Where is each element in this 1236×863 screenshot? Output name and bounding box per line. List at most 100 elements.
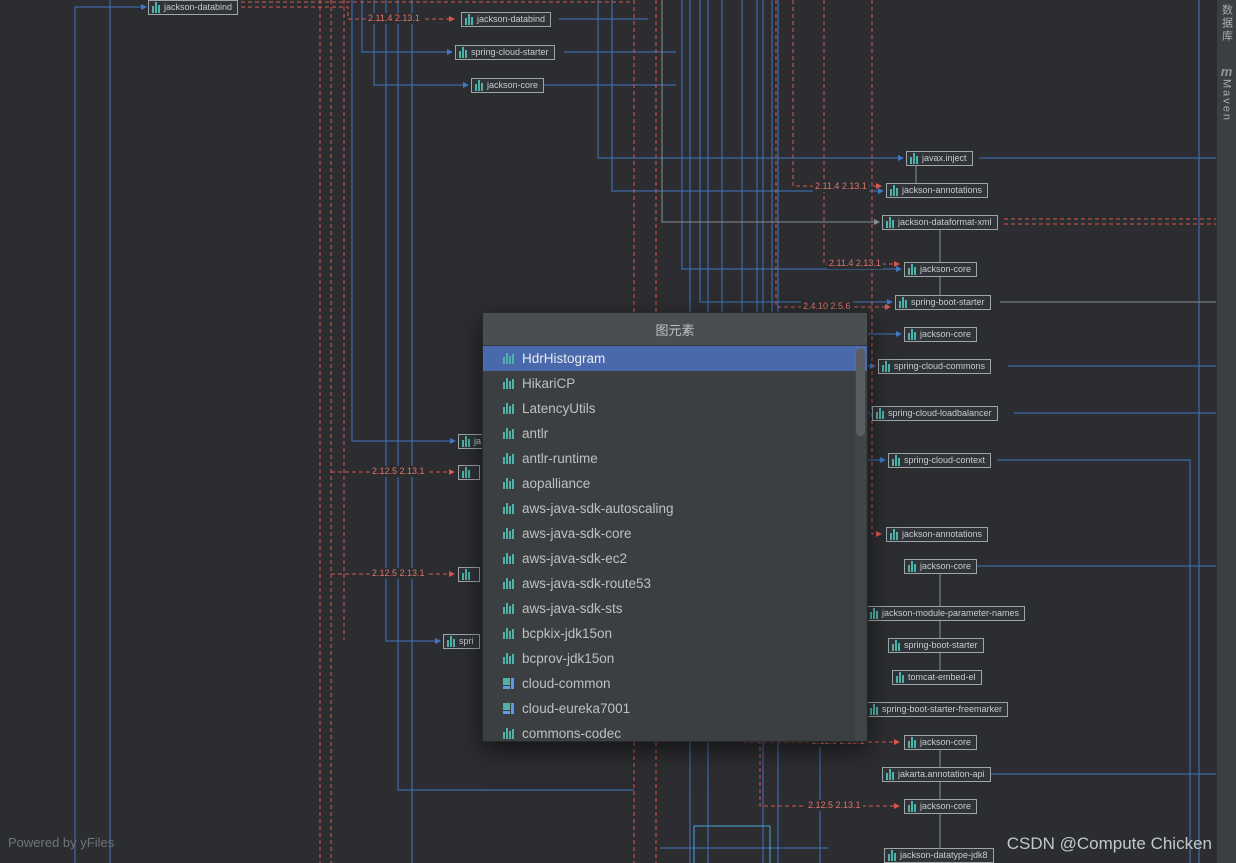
graph-node[interactable]: jackson-core — [904, 327, 977, 342]
graph-node[interactable]: jackson-core — [904, 735, 977, 750]
graph-node[interactable]: jackson-databind — [461, 12, 551, 27]
edge-version-label: 2.11.4 2.13.1 — [813, 181, 869, 192]
graph-node[interactable]: spring-boot-starter-freemarker — [866, 702, 1008, 717]
graph-node[interactable]: jackson-annotations — [886, 183, 988, 198]
popup-list-item[interactable]: aopalliance — [483, 471, 867, 496]
edge-version-label: 2.11.4 2.13.1 — [827, 258, 883, 269]
graph-node[interactable]: jackson-datatype-jdk8 — [884, 848, 994, 863]
tool-button-database[interactable]: 数据库 — [1219, 4, 1235, 43]
library-icon — [462, 436, 471, 447]
popup-scrollbar-thumb[interactable] — [856, 348, 865, 436]
graph-node[interactable]: jakarta.annotation-api — [882, 767, 991, 782]
node-label: spring-cloud-loadbalancer — [888, 407, 992, 420]
popup-scrollbar-track[interactable] — [855, 346, 866, 741]
popup-item-label: LatencyUtils — [522, 401, 596, 416]
library-icon — [502, 452, 515, 465]
popup-list[interactable]: HdrHistogram HikariCP LatencyUtils antlr ant… — [483, 346, 867, 741]
popup-list-item[interactable]: LatencyUtils — [483, 396, 867, 421]
graph-elements-popup: 图元素 HdrHistogram HikariCP LatencyUtils antl… — [482, 312, 868, 742]
graph-node[interactable]: jackson-module-parameter-names — [866, 606, 1025, 621]
library-icon — [502, 727, 515, 740]
library-icon — [502, 402, 515, 415]
library-icon — [447, 636, 456, 647]
library-icon — [502, 602, 515, 615]
node-label: ja — [474, 435, 481, 448]
graph-edge — [760, 740, 899, 806]
library-icon — [465, 14, 474, 25]
popup-item-label: antlr-runtime — [522, 451, 598, 466]
library-icon — [890, 185, 899, 196]
popup-list-item[interactable]: commons-codec — [483, 721, 867, 741]
popup-list-item[interactable]: bcprov-jdk15on — [483, 646, 867, 671]
node-label: jakarta.annotation-api — [898, 768, 985, 781]
graph-node[interactable] — [458, 567, 480, 582]
graph-node[interactable] — [458, 465, 480, 480]
tool-button-maven[interactable]: m Maven — [1221, 65, 1233, 122]
graph-node[interactable]: jackson-dataformat-xml — [882, 215, 998, 230]
library-icon — [502, 577, 515, 590]
graph-node[interactable]: spring-cloud-starter — [455, 45, 555, 60]
graph-edge — [362, 0, 452, 52]
library-icon — [152, 2, 161, 13]
library-icon — [502, 502, 515, 515]
library-icon — [886, 769, 895, 780]
graph-edge — [682, 0, 901, 269]
library-icon — [888, 850, 897, 861]
library-icon — [886, 217, 895, 228]
library-icon — [502, 552, 515, 565]
library-icon — [910, 153, 919, 164]
popup-list-item[interactable]: cloud-eureka7001 — [483, 696, 867, 721]
library-icon — [908, 329, 917, 340]
node-label: javax.inject — [922, 152, 967, 165]
graph-edge — [694, 826, 770, 863]
library-icon — [502, 652, 515, 665]
popup-list-item[interactable]: antlr-runtime — [483, 446, 867, 471]
node-label: jackson-datatype-jdk8 — [900, 849, 988, 862]
library-icon — [908, 264, 917, 275]
graph-node[interactable]: spring-cloud-loadbalancer — [872, 406, 998, 421]
graph-node[interactable]: spring-cloud-context — [888, 453, 991, 468]
library-icon — [502, 527, 515, 540]
graph-node[interactable]: spri — [443, 634, 480, 649]
popup-list-item[interactable]: HikariCP — [483, 371, 867, 396]
library-icon — [908, 561, 917, 572]
node-label: spring-boot-starter-freemarker — [882, 703, 1002, 716]
popup-list-item[interactable]: aws-java-sdk-ec2 — [483, 546, 867, 571]
graph-node[interactable]: jackson-core — [904, 559, 977, 574]
graph-node[interactable]: jackson-core — [904, 262, 977, 277]
popup-item-label: bcprov-jdk15on — [522, 651, 614, 666]
popup-list-item[interactable]: cloud-common — [483, 671, 867, 696]
graph-node[interactable]: spring-boot-starter — [888, 638, 984, 653]
graph-node[interactable]: jackson-core — [471, 78, 544, 93]
graph-node[interactable]: jackson-annotations — [886, 527, 988, 542]
popup-item-label: aws-java-sdk-autoscaling — [522, 501, 674, 516]
graph-node[interactable]: spring-boot-starter — [895, 295, 991, 310]
popup-list-item[interactable]: HdrHistogram — [483, 346, 867, 371]
library-icon — [502, 627, 515, 640]
library-icon — [892, 640, 901, 651]
node-label: jackson-core — [920, 736, 971, 749]
graph-node[interactable]: jackson-databind — [148, 0, 238, 15]
popup-item-label: commons-codec — [522, 726, 621, 741]
popup-list-item[interactable]: aws-java-sdk-autoscaling — [483, 496, 867, 521]
popup-list-item[interactable]: aws-java-sdk-route53 — [483, 571, 867, 596]
popup-list-item[interactable]: aws-java-sdk-sts — [483, 596, 867, 621]
popup-item-label: HikariCP — [522, 376, 575, 391]
node-label: jackson-dataformat-xml — [898, 216, 992, 229]
library-icon — [870, 704, 879, 715]
node-label: spring-boot-starter — [904, 639, 978, 652]
graph-node[interactable]: tomcat-embed-el — [892, 670, 982, 685]
node-label: spring-cloud-context — [904, 454, 985, 467]
graph-node[interactable]: javax.inject — [906, 151, 973, 166]
popup-title: 图元素 — [655, 320, 694, 339]
popup-list-item[interactable]: bcpkix-jdk15on — [483, 621, 867, 646]
graph-node[interactable]: jackson-core — [904, 799, 977, 814]
popup-item-label: aws-java-sdk-core — [522, 526, 632, 541]
popup-item-label: aws-java-sdk-sts — [522, 601, 623, 616]
graph-node[interactable]: spring-cloud-commons — [878, 359, 991, 374]
popup-list-item[interactable]: antlr — [483, 421, 867, 446]
library-icon — [896, 672, 905, 683]
popup-titlebar[interactable]: 图元素 — [483, 313, 867, 346]
library-icon — [502, 477, 515, 490]
popup-list-item[interactable]: aws-java-sdk-core — [483, 521, 867, 546]
